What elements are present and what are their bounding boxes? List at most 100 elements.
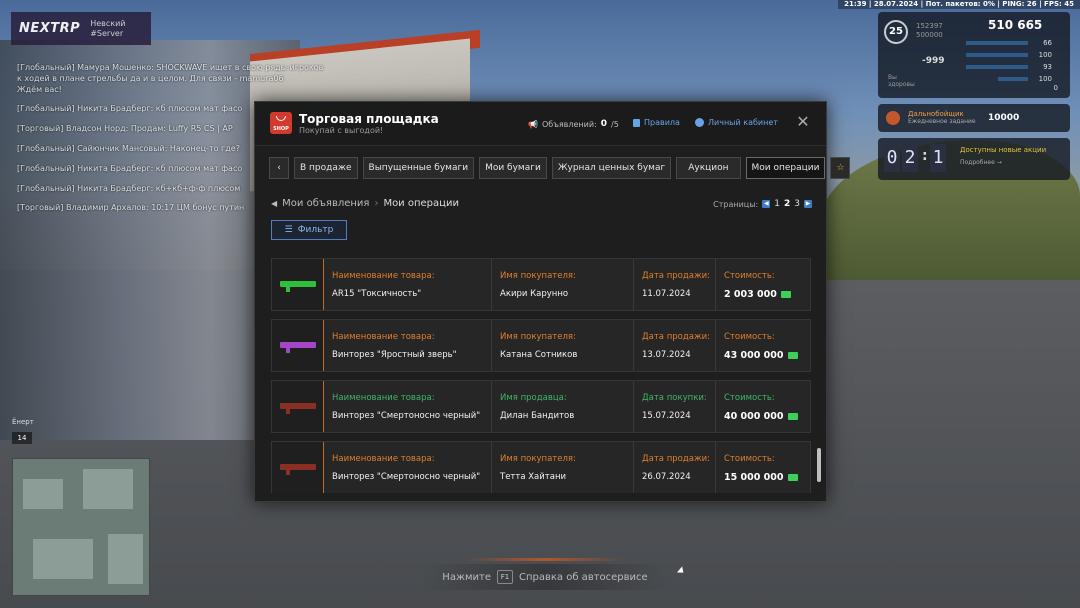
scrollbar[interactable]: [817, 448, 821, 482]
party-name-text: Тетта Хайтани: [500, 472, 567, 482]
hunger-bar: 100: [966, 51, 1066, 59]
mission-icon: [886, 111, 900, 125]
item-name-column: Наименование товара: Винторез "Смертоносн…: [324, 381, 492, 432]
item-name-value: Винторез "Смертоносно черный": [332, 411, 480, 421]
back-button[interactable]: ‹: [269, 157, 289, 179]
modal-header: SHOP Торговая площадка Покупай с выгодой…: [255, 102, 826, 146]
filter-label: Фильтр: [297, 225, 334, 235]
price-text: 43 000 000: [724, 350, 784, 361]
item-name-value: Винторез "Яростный зверь": [332, 350, 457, 360]
tab-on-sale[interactable]: В продаже: [294, 157, 358, 179]
mission-title: Дальнобойщик: [908, 110, 964, 118]
operation-row[interactable]: Наименование товара: Винторез "Смертоносн…: [271, 441, 811, 493]
tab-securities-log[interactable]: Журнал ценных бумаг: [551, 157, 672, 179]
item-name-value: AR15 "Токсичность": [332, 289, 421, 299]
page-3[interactable]: 3: [794, 199, 800, 209]
prev-page-icon[interactable]: ◀: [762, 200, 771, 208]
tab-issued-papers[interactable]: Выпущенные бумаги: [362, 157, 475, 179]
party-name-label: Имя продавца:: [500, 393, 567, 403]
rifle-icon: [280, 403, 316, 414]
daily-mission-panel[interactable]: Дальнобойщик Ежедневное задание 10000: [878, 104, 1070, 132]
item-thumbnail: [272, 259, 324, 310]
next-page-icon[interactable]: ▶: [804, 200, 812, 208]
price-label: Стоимость:: [724, 454, 775, 464]
timer-colon: :: [922, 148, 928, 164]
rifle-icon: [280, 464, 316, 475]
logo-text: NEXTRP: [19, 21, 81, 36]
favorites-button[interactable]: ☆: [830, 157, 851, 179]
price-value: 15 000 000: [724, 472, 798, 483]
item-thumbnail: [272, 320, 324, 371]
item-name-text: AR15 "Токсичность": [332, 289, 422, 299]
price-value: 43 000 000: [724, 350, 798, 361]
operation-row[interactable]: Наименование товара: Винторез "Смертоносн…: [271, 380, 811, 433]
chat-line: к ходей в плане стрельбы да и в целом. Д…: [17, 73, 284, 83]
chevron-right-icon: ›: [374, 198, 379, 209]
item-name-value: Винторез "Смертоносно черный": [332, 472, 480, 482]
page-2[interactable]: 2: [784, 199, 790, 209]
operation-date-value: 26.07.2024: [642, 472, 691, 482]
cash-icon: [787, 474, 798, 481]
breadcrumb-my-ads[interactable]: Мои объявления: [282, 198, 369, 209]
tab-my-papers[interactable]: Мои бумаги: [479, 157, 547, 179]
modal-subtitle: Покупай с выгодой!: [299, 126, 384, 135]
server-sub: #Server: [90, 28, 124, 38]
promo-timer-panel[interactable]: 0 2 : 1 Доступны новые акции Подробнее →: [878, 138, 1070, 180]
operation-row[interactable]: Наименование товара: Винторез "Яростный з…: [271, 319, 811, 372]
promo-link[interactable]: Подробнее →: [960, 159, 1002, 166]
party-name-column: Имя покупателя: Акири Карунно: [492, 259, 634, 310]
price-label: Стоимость:: [724, 393, 775, 403]
item-thumbnail: [272, 442, 324, 493]
item-name-label: Наименование товара:: [332, 393, 435, 403]
operation-date-text: 11.07.2024: [642, 289, 691, 299]
operation-date-column: Дата продажи: 26.07.2024: [634, 442, 716, 493]
hint-text: Справка об автосервисе: [518, 571, 648, 583]
party-name-label: Имя покупателя:: [500, 454, 576, 464]
pages-label: Страницы:: [713, 199, 759, 209]
tab-my-operations[interactable]: Мои операции: [745, 157, 826, 179]
close-icon[interactable]: ✕: [795, 114, 811, 130]
tab-auction[interactable]: Аукцион: [676, 157, 741, 179]
operation-date-value: 11.07.2024: [642, 289, 691, 299]
item-name-text: Винторез "Смертоносно черный": [332, 472, 481, 482]
server-logo: NEXTRP Невский #Server: [11, 12, 151, 45]
modal-title: Торговая площадка: [299, 112, 439, 126]
shop-badge-label: SHOP: [273, 126, 289, 132]
item-name-column: Наименование товара: AR15 "Токсичность": [324, 259, 492, 310]
thirst-bar: 93: [966, 63, 1066, 71]
operation-row[interactable]: Наименование товара: AR15 "Токсичность" Им…: [271, 258, 811, 311]
cabinet-link[interactable]: Личный кабинет: [695, 118, 778, 127]
filter-button[interactable]: ☰ Фильтр: [271, 220, 347, 240]
promo-title: Доступны новые акции: [960, 146, 1047, 154]
timer-digit: 0: [884, 144, 900, 172]
price-column: Стоимость: 43 000 000: [716, 320, 810, 371]
xp-max: 500000: [916, 31, 943, 39]
item-name-column: Наименование товара: Винторез "Яростный з…: [324, 320, 492, 371]
price-column: Стоимость: 15 000 000: [716, 442, 810, 493]
tab-bar: ‹ В продаже Выпущенные бумаги Мои бумаги…: [269, 157, 851, 179]
thirst-value: 93: [1043, 63, 1052, 71]
party-name-value: Дилан Бандитов: [500, 411, 574, 421]
timer-digit: 1: [930, 144, 946, 172]
item-name-label: Наименование товара:: [332, 271, 435, 281]
speed-label: Ёнерт: [12, 418, 34, 426]
page-1[interactable]: 1: [774, 199, 780, 209]
armor-bar: 66: [966, 39, 1066, 47]
user-icon: [695, 118, 704, 127]
player-stats-panel: 25 152397 500000 510 665 -999 Вы здоровы…: [878, 12, 1070, 98]
map-block: [33, 539, 93, 579]
item-thumbnail: [272, 381, 324, 432]
price-column: Стоимость: 40 000 000: [716, 381, 810, 432]
cabinet-label: Личный кабинет: [708, 118, 778, 127]
chat-line: Ждём вас!: [17, 84, 62, 94]
party-name-value: Катана Сотников: [500, 350, 577, 360]
party-name-label: Имя покупателя:: [500, 271, 576, 281]
money-value: 510 665: [988, 18, 1043, 32]
map-block: [83, 469, 133, 509]
rules-link[interactable]: Правила: [633, 118, 680, 127]
cash-icon: [780, 291, 791, 298]
ads-counter: 📢 Объявлений: 0 /5: [528, 119, 619, 129]
party-name-text: Акири Карунно: [500, 289, 569, 299]
ads-count: 0: [600, 119, 608, 129]
operation-date-value: 15.07.2024: [642, 411, 691, 421]
